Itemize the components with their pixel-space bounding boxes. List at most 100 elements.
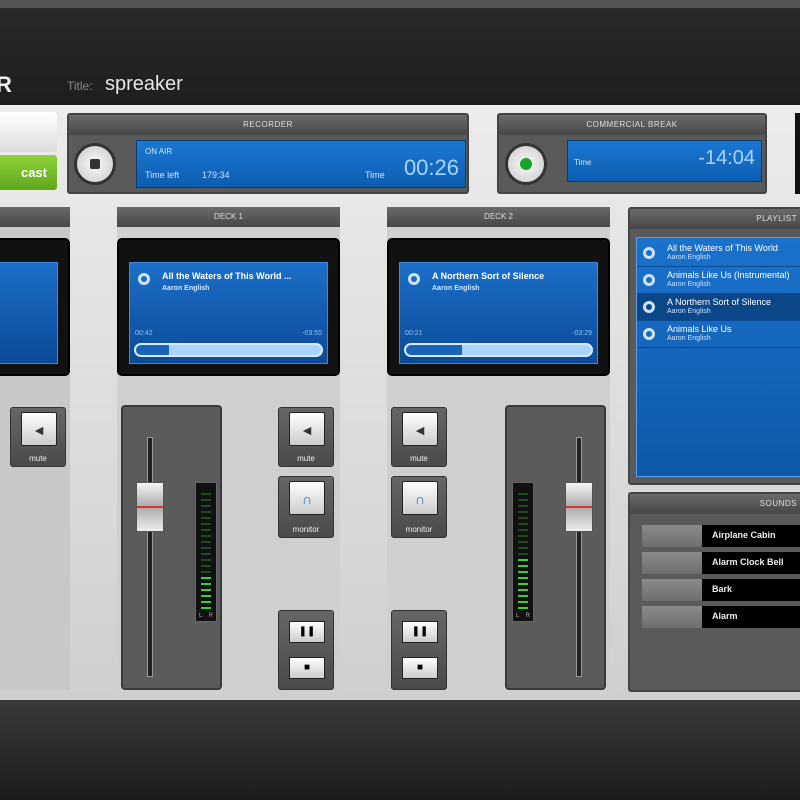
playlist-item-artist: Aaron English <box>667 254 711 261</box>
deck-2-monitor-button[interactable]: ∩ monitor <box>391 476 447 538</box>
playlist-item-artist: Aaron English <box>667 308 711 315</box>
deck-1-monitor-button[interactable]: ∩ monitor <box>278 476 334 538</box>
deck-2-mute-button[interactable]: ◄ mute <box>391 407 447 467</box>
headphones-icon: ∩ <box>402 481 438 515</box>
sound-name: Bark <box>702 579 800 601</box>
meter-segment <box>518 511 528 513</box>
deck-2: DECK 2 A Northern Sort of Silence Aaron … <box>387 207 610 690</box>
deck-1: DECK 1 All the Waters of This World ... … <box>117 207 340 690</box>
meter-segment <box>201 541 211 543</box>
deck-2-stop-button[interactable]: ■ <box>402 657 438 679</box>
meter-segment <box>518 547 528 549</box>
deck-0-header <box>0 207 70 227</box>
speaker-mute-icon: ◄ <box>289 412 325 446</box>
time-left-label: Time left <box>145 170 180 180</box>
meter-segment <box>201 553 211 555</box>
playlist-list: All the Waters of This World Aaron Englis… <box>636 237 800 477</box>
deck-1-transport: ❚❚ ■ <box>278 610 334 690</box>
deck-2-screen: A Northern Sort of Silence Aaron English… <box>387 238 610 376</box>
bottom-bar <box>0 700 800 800</box>
meter-segment <box>518 493 528 495</box>
meter-segment <box>201 547 211 549</box>
deck-2-fader-panel: LR <box>505 405 606 690</box>
playlist-title: PLAYLIST <box>630 209 800 229</box>
deck-1-stop-button[interactable]: ■ <box>289 657 325 679</box>
on-air-status: ON AIR <box>145 147 173 156</box>
broadcast-button[interactable]: cast <box>0 155 57 190</box>
playlist-panel: PLAYLIST All the Waters of This World Aar… <box>628 207 800 485</box>
sounds-title: SOUNDS <box>630 494 800 514</box>
meter-segment <box>518 535 528 537</box>
playlist-item[interactable]: Animals Like Us Aaron English <box>637 321 800 348</box>
deck-1-level-meter: LR <box>195 482 217 622</box>
deck-2-progress[interactable] <box>404 343 593 357</box>
deck-2-track-title: A Northern Sort of Silence <box>432 271 545 281</box>
meter-segment <box>518 589 528 591</box>
deck-1-mute-button[interactable]: ◄ mute <box>278 407 334 467</box>
record-icon <box>643 328 655 340</box>
record-icon <box>643 301 655 313</box>
sound-item[interactable]: Alarm Clock Bell <box>642 552 800 574</box>
deck-1-volume-fader[interactable] <box>136 482 164 532</box>
meter-segment <box>201 601 211 603</box>
playlist-item-artist: Aaron English <box>667 335 711 342</box>
commercial-title: COMMERCIAL BREAK <box>499 115 765 135</box>
meter-segment <box>518 607 528 609</box>
playlist-item-title: A Northern Sort of Silence <box>667 297 772 307</box>
deck-1-progress[interactable] <box>134 343 323 357</box>
right-edge-panel <box>795 113 800 194</box>
meter-segment <box>518 565 528 567</box>
commercial-time-label: Time <box>574 158 592 167</box>
sound-trigger-pad[interactable] <box>642 606 702 628</box>
sound-name: Alarm Clock Bell <box>702 552 800 574</box>
recorder-panel: RECORDER ON AIR Time left 179:34 Time 00… <box>67 113 469 194</box>
meter-segment <box>201 493 211 495</box>
sound-name: Airplane Cabin <box>702 525 800 547</box>
meter-segment <box>201 583 211 585</box>
meter-segment <box>518 571 528 573</box>
playlist-item[interactable]: All the Waters of This World Aaron Englis… <box>637 240 800 267</box>
deck-1-volume-track <box>147 437 153 677</box>
meter-segment <box>201 535 211 537</box>
commercial-start-button[interactable] <box>505 143 547 185</box>
time-label: Time <box>365 170 385 180</box>
record-icon <box>408 273 420 285</box>
headphones-icon: ∩ <box>289 481 325 515</box>
commercial-display: Time -14:04 <box>567 140 762 182</box>
meter-segment <box>518 553 528 555</box>
playlist-item[interactable]: A Northern Sort of Silence Aaron English <box>637 294 800 321</box>
deck-2-elapsed: 00:21 <box>405 330 423 337</box>
recorder-display: ON AIR Time left 179:34 Time 00:26 <box>136 140 466 188</box>
deck-1-pause-button[interactable]: ❚❚ <box>289 621 325 643</box>
deck-2-volume-fader[interactable] <box>565 482 593 532</box>
deck-1-artist: Aaron English <box>162 285 210 292</box>
sound-item[interactable]: Alarm <box>642 606 800 628</box>
sound-trigger-pad[interactable] <box>642 525 702 547</box>
top-left-button[interactable] <box>0 112 57 152</box>
deck-2-remaining: -03:29 <box>572 330 592 337</box>
playlist-item-title: Animals Like Us <box>667 324 732 334</box>
record-icon <box>138 273 150 285</box>
meter-segment <box>518 541 528 543</box>
playlist-item-title: Animals Like Us (Instrumental) <box>667 270 790 280</box>
sound-trigger-pad[interactable] <box>642 579 702 601</box>
time-left-value: 179:34 <box>202 170 230 180</box>
meter-segment <box>518 517 528 519</box>
deck-0: ◄ mute <box>0 207 70 690</box>
meter-segment <box>518 505 528 507</box>
sound-item[interactable]: Airplane Cabin <box>642 525 800 547</box>
deck-0-mute-button[interactable]: ◄ mute <box>10 407 66 467</box>
recorder-time: 00:26 <box>403 155 459 180</box>
record-stop-button[interactable] <box>74 143 116 185</box>
stop-icon <box>90 159 100 169</box>
record-icon <box>643 247 655 259</box>
meter-segment <box>201 607 211 609</box>
deck-2-pause-button[interactable]: ❚❚ <box>402 621 438 643</box>
playlist-item[interactable]: Animals Like Us (Instrumental) Aaron Engl… <box>637 267 800 294</box>
sound-item[interactable]: Bark <box>642 579 800 601</box>
speaker-mute-icon: ◄ <box>402 412 438 446</box>
sound-trigger-pad[interactable] <box>642 552 702 574</box>
meter-segment <box>201 523 211 525</box>
show-title[interactable]: spreaker <box>105 73 183 96</box>
meter-segment <box>201 529 211 531</box>
